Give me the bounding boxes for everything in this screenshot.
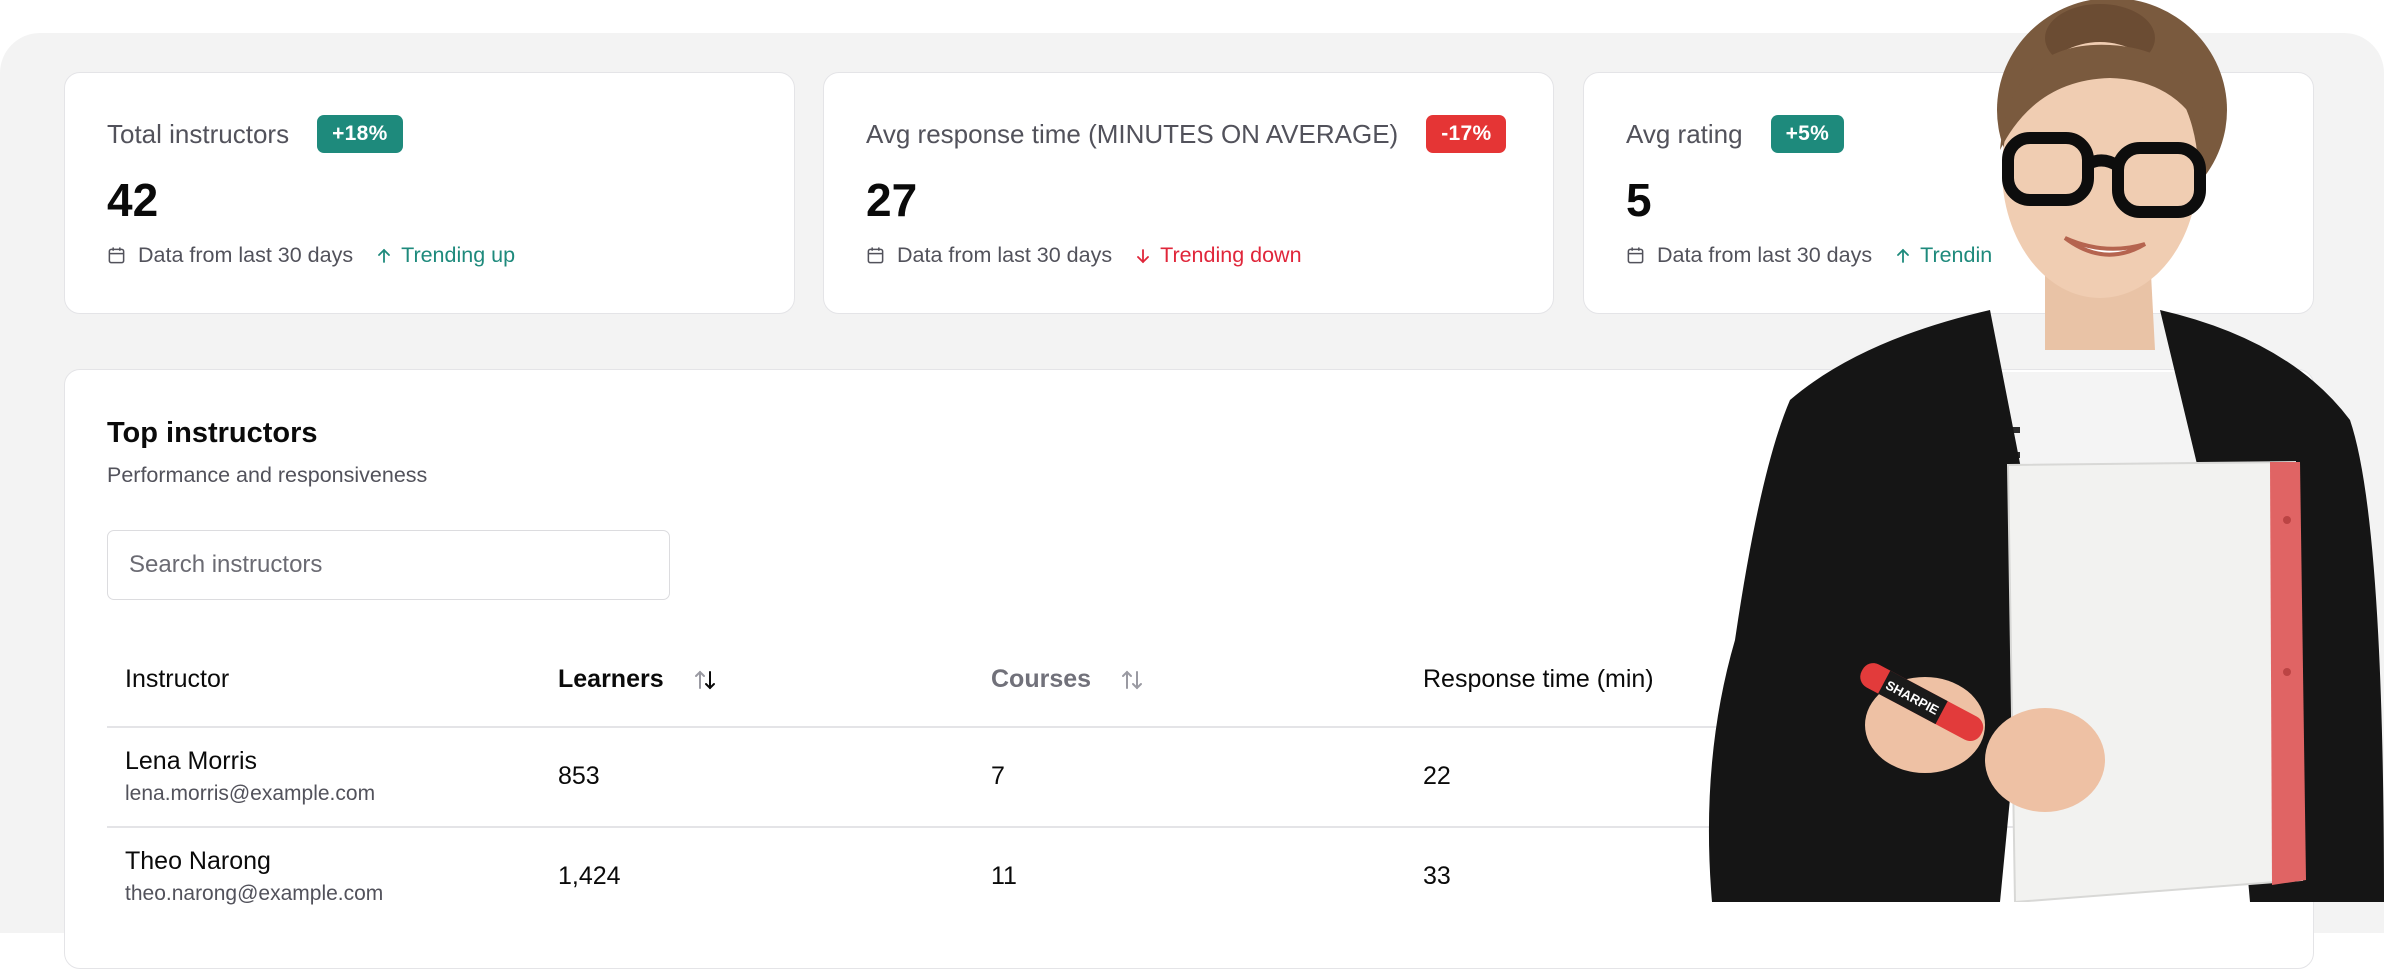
stat-value: 27 bbox=[866, 174, 918, 226]
arrow-down-icon bbox=[1137, 248, 1150, 263]
column-header-label: Courses bbox=[991, 665, 1092, 693]
table-title: Top instructors bbox=[107, 417, 318, 449]
period-text: Data from last 30 days bbox=[138, 243, 354, 267]
courses-cell: 7 bbox=[991, 762, 1005, 790]
instructor-email: lena.morris@example.com bbox=[125, 782, 376, 805]
stat-footer: Data from last 30 days Trending down bbox=[866, 243, 1302, 268]
sort-descending-icon[interactable] bbox=[692, 667, 718, 693]
instructor-cell: Lena Morris lena.morris@example.com bbox=[125, 747, 375, 806]
calendar-icon bbox=[867, 247, 884, 264]
learners-cell: 853 bbox=[558, 762, 600, 790]
trend-text: Trending up bbox=[401, 243, 516, 267]
stat-label: Total instructors bbox=[107, 118, 290, 149]
stat-header: Total instructors +18% bbox=[107, 115, 403, 153]
column-header-label: Response time (min) bbox=[1423, 665, 1654, 693]
calendar-icon bbox=[108, 247, 125, 264]
stat-label: Avg response time (MINUTES ON AVERAGE) bbox=[866, 118, 1399, 149]
trend-indicator: Trending down bbox=[1134, 243, 1302, 268]
trend-indicator: Trending up bbox=[375, 243, 515, 268]
binder-ring bbox=[2283, 668, 2291, 676]
stat-header: Avg response time (MINUTES ON AVERAGE) -… bbox=[866, 115, 1507, 153]
person-photo: SHARPIE bbox=[1708, 0, 2384, 902]
change-badge: -17% bbox=[1426, 115, 1507, 153]
column-header-response-time: Response time (min) bbox=[1423, 665, 1654, 694]
stat-value: 42 bbox=[107, 174, 159, 226]
column-header-courses[interactable]: Courses bbox=[991, 665, 1145, 694]
instructor-email: theo.narong@example.com bbox=[125, 882, 384, 905]
calendar-icon bbox=[1627, 247, 1644, 264]
stat-footer: Data from last 30 days Trending up bbox=[107, 243, 515, 268]
binder-shape bbox=[2006, 460, 2304, 902]
trend-text: Trending down bbox=[1160, 243, 1302, 267]
sort-icon[interactable] bbox=[1119, 667, 1145, 693]
binder-ring bbox=[2283, 516, 2291, 524]
column-header-label: Instructor bbox=[125, 665, 230, 693]
column-header-learners[interactable]: Learners bbox=[558, 665, 718, 694]
learners-cell: 1,424 bbox=[558, 862, 621, 890]
search-instructors-input[interactable] bbox=[107, 530, 670, 600]
stat-card-avg-response-time: Avg response time (MINUTES ON AVERAGE) -… bbox=[823, 72, 1554, 314]
instructor-name: Lena Morris bbox=[125, 747, 257, 775]
response-time-cell: 22 bbox=[1423, 762, 1451, 790]
response-time-cell: 33 bbox=[1423, 862, 1451, 890]
arrow-up-icon bbox=[378, 248, 391, 263]
blazer-left-shape bbox=[1708, 310, 2035, 902]
column-header-instructor: Instructor bbox=[125, 665, 229, 694]
courses-cell: 11 bbox=[991, 862, 1017, 890]
table-subtitle: Performance and responsiveness bbox=[107, 463, 428, 487]
stat-card-total-instructors: Total instructors +18% 42 Data from last… bbox=[64, 72, 795, 314]
stat-value: 5 bbox=[1626, 174, 1652, 226]
instructor-cell: Theo Narong theo.narong@example.com bbox=[125, 847, 383, 906]
change-badge: +18% bbox=[317, 115, 403, 153]
column-header-label: Learners bbox=[558, 665, 664, 693]
right-hand-shape bbox=[1985, 708, 2105, 812]
instructor-name: Theo Narong bbox=[125, 847, 271, 875]
period-text: Data from last 30 days bbox=[897, 243, 1113, 267]
